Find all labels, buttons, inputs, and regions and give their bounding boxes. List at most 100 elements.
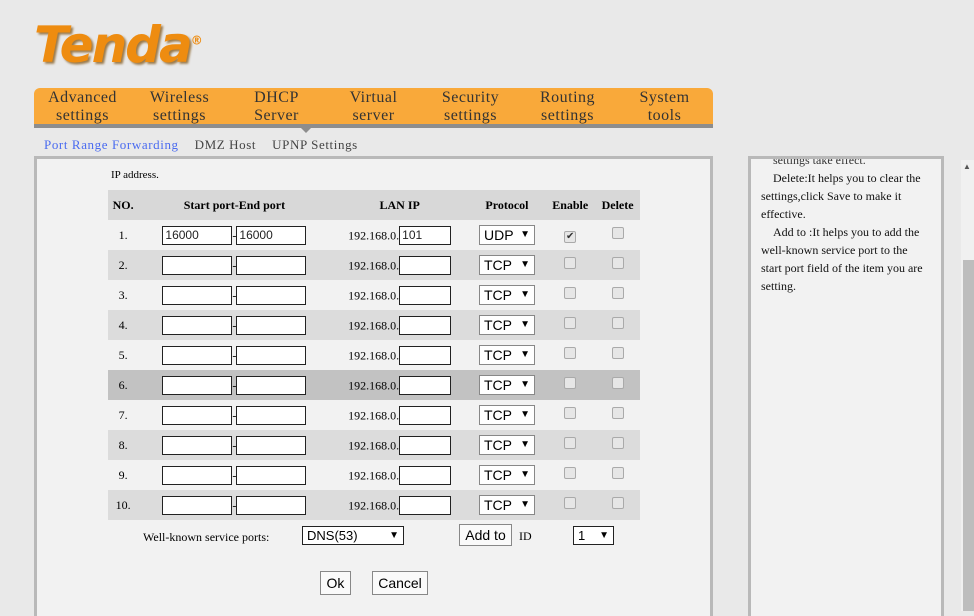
enable-checkbox[interactable] xyxy=(564,347,577,359)
end-port-input[interactable] xyxy=(236,375,307,395)
nav-wireless-settings[interactable]: Wireless settings xyxy=(131,88,228,124)
lan-ip-input[interactable] xyxy=(399,465,452,485)
lan-ip-input[interactable] xyxy=(399,255,452,275)
end-port-input[interactable] xyxy=(236,435,307,455)
start-port-input[interactable] xyxy=(162,435,233,455)
protocol-select[interactable]: TCP ▼ xyxy=(478,285,535,305)
delete-checkbox[interactable] xyxy=(611,407,624,419)
start-port-input[interactable] xyxy=(162,285,233,305)
nav-label: tools xyxy=(647,107,682,124)
delete-checkbox[interactable] xyxy=(611,437,624,449)
select-value: 1 xyxy=(578,528,586,543)
subnav-dmz-host[interactable]: DMZ Host xyxy=(195,137,257,153)
end-port-input[interactable] xyxy=(236,345,307,365)
start-port-input[interactable] xyxy=(162,405,233,425)
lan-ip-input[interactable] xyxy=(399,495,452,515)
header-delete: Delete xyxy=(595,190,640,220)
ok-button[interactable]: Ok xyxy=(320,571,351,595)
protocol-select[interactable]: TCP ▼ xyxy=(478,375,535,395)
nav-dhcp-server[interactable]: DHCP Server xyxy=(228,88,325,124)
delete-checkbox[interactable] xyxy=(611,467,624,479)
delete-checkbox[interactable] xyxy=(611,227,624,239)
end-port-input[interactable] xyxy=(236,465,307,485)
subnav-port-range-forwarding[interactable]: Port Range Forwarding xyxy=(44,137,179,153)
lan-ip-input[interactable] xyxy=(399,225,452,245)
enable-checkbox[interactable] xyxy=(564,257,577,269)
lan-ip-cell: 192.168.0. xyxy=(331,400,469,430)
lan-ip-input[interactable] xyxy=(399,405,452,425)
id-select[interactable]: 1 ▼ xyxy=(573,526,614,545)
start-port-input[interactable] xyxy=(162,345,233,365)
delete-checkbox[interactable] xyxy=(611,497,624,509)
table-row: 4. - 192.168.0. TCP ▼ xyxy=(108,310,640,340)
protocol-cell: TCP ▼ xyxy=(468,310,546,340)
enable-checkbox[interactable] xyxy=(564,407,577,419)
row-number: 1. xyxy=(118,227,128,242)
cancel-button[interactable]: Cancel xyxy=(372,571,428,595)
nav-advanced-settings[interactable]: Advanced settings xyxy=(34,88,131,124)
lan-ip-input[interactable] xyxy=(399,345,452,365)
protocol-select[interactable]: UDP ▼ xyxy=(478,225,535,245)
port-range-cell: - xyxy=(138,430,331,460)
end-port-input[interactable] xyxy=(236,495,307,515)
protocol-cell: TCP ▼ xyxy=(468,490,546,520)
nav-virtual-server[interactable]: Virtual server xyxy=(325,88,422,124)
help-text-cut: settings take effect. xyxy=(773,156,866,167)
start-port-input[interactable] xyxy=(162,465,233,485)
protocol-select[interactable]: TCP ▼ xyxy=(478,495,535,515)
start-port-input[interactable] xyxy=(162,315,233,335)
help-panel: settings take effect. Delete:It helps yo… xyxy=(748,156,944,616)
enable-checkbox[interactable] xyxy=(564,497,577,509)
lan-ip-cell: 192.168.0. xyxy=(331,220,469,250)
delete-cell xyxy=(595,220,640,250)
delete-cell xyxy=(595,280,640,310)
enable-checkbox[interactable] xyxy=(564,377,577,389)
nav-system-tools[interactable]: System tools xyxy=(616,88,713,124)
enable-checkbox[interactable] xyxy=(564,467,577,479)
well-known-ports-select[interactable]: DNS(53) ▼ xyxy=(302,526,404,545)
end-port-input[interactable] xyxy=(236,405,307,425)
end-port-input[interactable] xyxy=(236,315,307,335)
add-to-button[interactable]: Add to xyxy=(459,524,512,546)
select-value: TCP xyxy=(483,287,512,303)
start-port-input[interactable] xyxy=(162,255,233,275)
end-port-input[interactable] xyxy=(236,255,307,275)
help-delete-text: Delete:It helps you to clear the setting… xyxy=(761,171,921,221)
page-scrollbar[interactable]: ▲ xyxy=(961,160,974,611)
subnav-upnp-settings[interactable]: UPNP Settings xyxy=(272,137,358,153)
enable-checkbox[interactable] xyxy=(564,437,577,449)
protocol-select[interactable]: TCP ▼ xyxy=(478,315,535,335)
delete-checkbox[interactable] xyxy=(611,347,624,359)
port-range-cell: - xyxy=(138,250,331,280)
lan-ip-input[interactable] xyxy=(399,375,452,395)
protocol-select[interactable]: TCP ▼ xyxy=(478,255,535,275)
delete-checkbox[interactable] xyxy=(611,287,624,299)
delete-checkbox[interactable] xyxy=(611,377,624,389)
nav-routing-settings[interactable]: Routing settings xyxy=(519,88,616,124)
dropdown-arrow-icon: ▼ xyxy=(520,259,530,270)
enable-checkbox[interactable] xyxy=(564,287,577,299)
delete-checkbox[interactable] xyxy=(611,317,624,329)
end-port-input[interactable] xyxy=(236,225,307,245)
scroll-up-icon[interactable]: ▲ xyxy=(963,162,971,171)
lan-ip-cell: 192.168.0. xyxy=(330,490,469,520)
table-row: 5. - 192.168.0. TCP ▼ xyxy=(108,340,640,370)
start-port-input[interactable] xyxy=(162,495,233,515)
start-port-input[interactable] xyxy=(162,225,233,245)
lan-ip-input[interactable] xyxy=(399,435,452,455)
tenda-logo: Tenda® xyxy=(34,16,203,74)
lan-ip-input[interactable] xyxy=(399,285,452,305)
lan-ip-input[interactable] xyxy=(399,315,452,335)
enable-checkbox[interactable] xyxy=(564,317,577,329)
protocol-select[interactable]: TCP ▼ xyxy=(478,345,535,365)
delete-checkbox[interactable] xyxy=(611,257,624,269)
end-port-input[interactable] xyxy=(236,285,307,305)
protocol-select[interactable]: TCP ▼ xyxy=(478,465,535,485)
protocol-select[interactable]: TCP ▼ xyxy=(478,405,535,425)
start-port-input[interactable] xyxy=(162,375,233,395)
scrollbar-thumb[interactable] xyxy=(963,260,974,611)
row-number: 3. xyxy=(118,287,128,302)
protocol-select[interactable]: TCP ▼ xyxy=(478,435,535,455)
enable-checkbox[interactable]: ✔ xyxy=(564,230,577,243)
nav-security-settings[interactable]: Security settings xyxy=(422,88,519,124)
